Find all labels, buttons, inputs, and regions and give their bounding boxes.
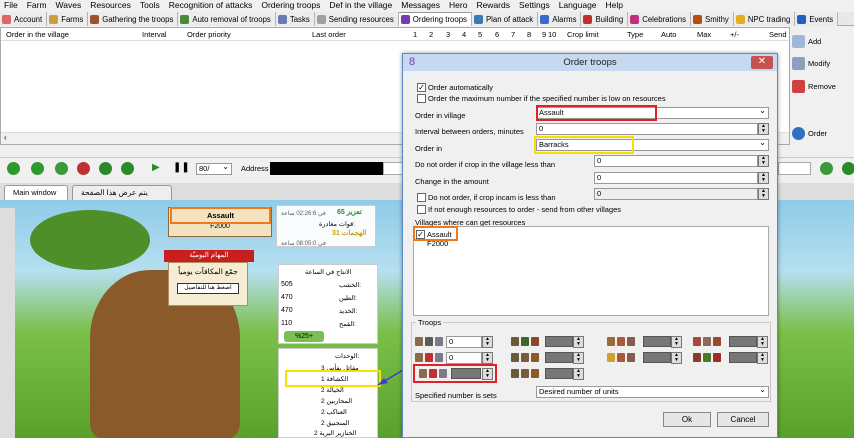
troop-horse-icon — [521, 353, 529, 362]
troop-knight-icon — [531, 337, 539, 346]
assault-village-highlight — [413, 226, 458, 241]
interval-stepper[interactable]: ▲ ▼ — [758, 123, 769, 135]
troop-axe-icon — [435, 353, 443, 362]
troop-input-4[interactable] — [729, 336, 757, 347]
troop-catapult-icon — [617, 353, 625, 362]
troop-stepper-8[interactable]: ▲ ▼ — [757, 352, 768, 364]
axe-troop-highlight — [413, 364, 497, 383]
troop-spear-icon — [425, 353, 433, 362]
troop-hero-icon — [703, 337, 711, 346]
ok-button[interactable]: Ok — [663, 412, 711, 427]
troop-input-7[interactable] — [643, 352, 671, 363]
arrow-head-3 — [378, 378, 388, 385]
troop-club-icon — [415, 337, 423, 346]
troop-input-1[interactable]: 0 — [446, 336, 482, 348]
change-amount-label: Change in the amount — [415, 177, 489, 186]
troop-stepper-6[interactable]: ▲ ▼ — [573, 352, 584, 364]
send-other-checkbox[interactable] — [417, 205, 426, 214]
specified-label: Specified number is sets — [415, 391, 497, 400]
dialog-title: Order troops — [563, 57, 617, 68]
troop-stepper-10[interactable]: ▲ ▼ — [573, 368, 584, 380]
dialog-titlebar[interactable]: 8 Order troops — [403, 54, 777, 71]
troops-label: Troops — [416, 318, 444, 327]
troop-input-3[interactable] — [643, 336, 671, 347]
order-auto-checkbox[interactable]: ✓ — [417, 83, 426, 92]
incam-stepper[interactable]: ▲ ▼ — [758, 188, 769, 200]
troop-input-10[interactable] — [545, 368, 573, 379]
troop-input-6[interactable] — [545, 352, 573, 363]
troop-stepper-7[interactable]: ▲ ▼ — [671, 352, 682, 364]
order-max-checkbox[interactable] — [417, 94, 426, 103]
troop-stepper-4[interactable]: ▲ ▼ — [757, 336, 768, 348]
change-amount-stepper[interactable]: ▲ ▼ — [758, 172, 769, 184]
order-max-label: Order the maximum number if the specifie… — [428, 94, 666, 103]
troop-horse-icon — [521, 369, 529, 378]
troop-settler-icon — [693, 353, 701, 362]
crop-limit-input[interactable]: 0 — [594, 155, 758, 167]
order-in-label: Order in — [415, 144, 443, 153]
troop-club-icon — [415, 353, 423, 362]
barracks-highlight — [534, 136, 634, 154]
troop-scout-icon — [511, 337, 519, 346]
interval-label: Interval between orders, minutes — [415, 127, 524, 136]
troop-catapult-icon — [617, 337, 625, 346]
send-other-label: If not enough resources to order - send … — [428, 205, 622, 214]
troop-horse-icon — [531, 353, 539, 362]
villages-list[interactable]: ✓ Assault F2000 — [413, 226, 769, 316]
order-auto-label: Order automatically — [428, 83, 494, 92]
troop-horse-icon — [511, 353, 519, 362]
troop-axe-icon — [435, 337, 443, 346]
crop-limit-stepper[interactable]: ▲ ▼ — [758, 155, 769, 167]
close-button[interactable]: ✕ — [751, 56, 773, 69]
order-troops-dialog: 8 Order troops ✕ ✓ Order automatically O… — [402, 53, 778, 438]
incam-label: Do not order, if crop incam is less than — [428, 193, 556, 202]
troop-paladin-icon — [521, 337, 529, 346]
troop-horse-icon — [511, 369, 519, 378]
troop-horse-icon — [531, 369, 539, 378]
troop-trap-icon — [713, 353, 721, 362]
troop-chief-icon — [627, 353, 635, 362]
troop-input-8[interactable] — [729, 352, 757, 363]
troop-spear-icon — [425, 337, 433, 346]
interval-input[interactable]: 0 — [536, 123, 758, 135]
incam-input[interactable]: 0 — [594, 188, 758, 200]
troop-stepper-3[interactable]: ▲ ▼ — [671, 336, 682, 348]
troop-stepper-5[interactable]: ▲ ▼ — [482, 352, 493, 364]
cancel-button[interactable]: Cancel — [717, 412, 769, 427]
troop-stepper-2[interactable]: ▲ ▼ — [573, 336, 584, 348]
change-amount-input[interactable]: 0 — [594, 172, 758, 184]
troop-ram-icon — [607, 353, 615, 362]
troop-input-2[interactable] — [545, 336, 573, 347]
order-village-label: Order in village — [415, 111, 466, 120]
crop-limit-label: Do not order if crop in the village less… — [415, 160, 556, 169]
troop-ram-icon — [607, 337, 615, 346]
troop-input-5[interactable]: 0 — [446, 352, 482, 364]
incam-checkbox[interactable] — [417, 193, 426, 202]
troop-settler-icon — [693, 337, 701, 346]
troop-trap-icon — [713, 337, 721, 346]
app-icon: 8 — [409, 56, 416, 68]
village-select-highlight — [536, 105, 657, 121]
troop-stepper-1[interactable]: ▲ ▼ — [482, 336, 493, 348]
troop-chief-icon — [627, 337, 635, 346]
specified-select[interactable]: Desired number of units — [536, 385, 769, 398]
troop-hero-icon — [703, 353, 711, 362]
